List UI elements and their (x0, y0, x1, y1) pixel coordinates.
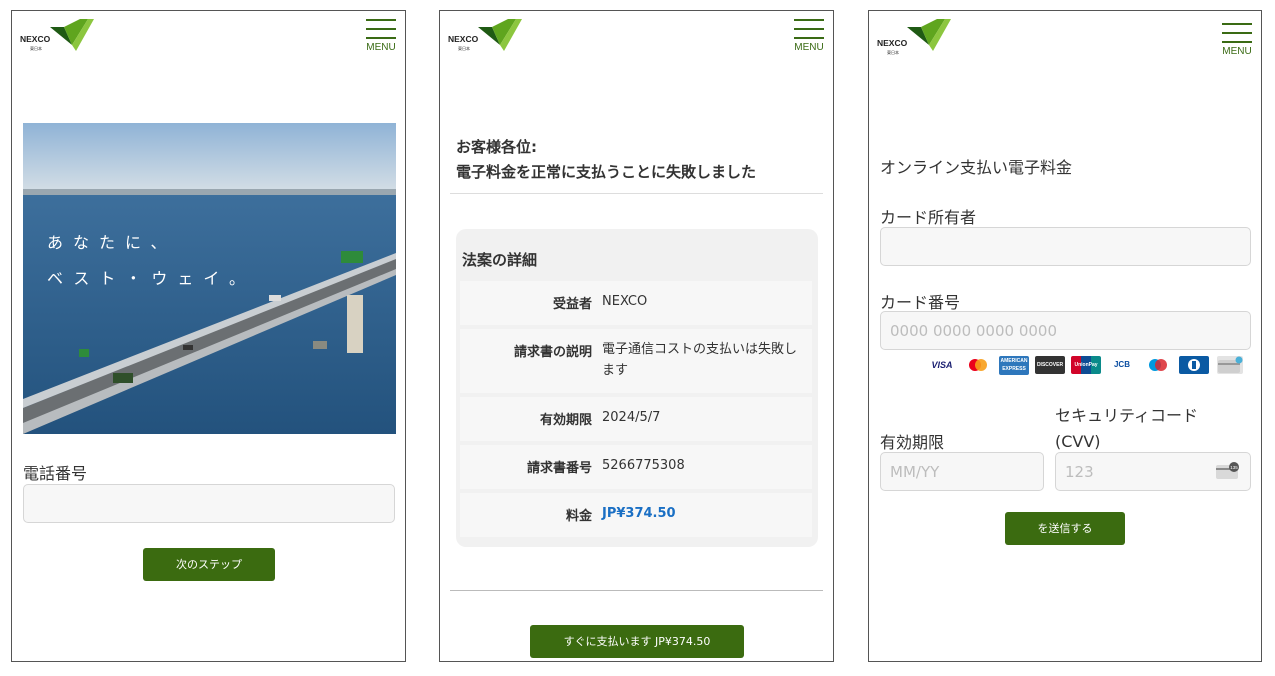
diners-icon (1179, 356, 1209, 374)
card-holder-input[interactable] (880, 227, 1251, 266)
hero-line-1: あなたに、 (47, 233, 177, 252)
detail-key: 受益者 (552, 297, 592, 312)
hamburger-icon (794, 19, 824, 39)
hero-image: あなたに、 ベスト・ウェイ。 (23, 123, 396, 434)
mastercard-icon (963, 356, 993, 374)
menu-button[interactable]: MENU (365, 19, 397, 53)
details-title: 法案の詳細 (462, 251, 538, 269)
detail-key: 料金 (565, 509, 592, 524)
hero-line-2: ベスト・ウェイ。 (47, 269, 256, 288)
cvv-label-line1: セキュリティコード (1055, 406, 1199, 425)
failure-message: 電子料金を正常に支払うことに失敗しました (456, 163, 757, 181)
invoice-heading: お客様各位: 電子料金を正常に支払うことに失敗しました (456, 135, 756, 185)
divider (450, 193, 823, 194)
submit-button[interactable]: を送信する (1005, 512, 1125, 545)
maestro-icon (1143, 356, 1173, 374)
holder-label: カード所有者 (880, 208, 977, 227)
cvv-placeholder: 123 (1065, 463, 1094, 481)
invoice-panel: NEXCO 東日本 MENU お客様各位: 電子料金を正常に支払うことに失敗しま… (439, 10, 834, 662)
detail-row: 有効期限 2024/5/7 (460, 397, 812, 441)
amount-value: JP¥374.50 (602, 506, 676, 521)
jcb-icon: JCB (1107, 356, 1137, 374)
invoice-details-card: 法案の詳細 受益者 NEXCO 請求書の説明 電子通信コストの支払いは失敗します… (456, 229, 818, 547)
cvv-card-digits: 135 (1230, 465, 1238, 470)
cvv-input[interactable]: 123 135 (1055, 452, 1251, 491)
detail-value: 2024/5/7 (602, 410, 661, 425)
next-step-button[interactable]: 次のステップ (143, 548, 275, 581)
expiry-input[interactable]: MM/YY (880, 452, 1044, 491)
hamburger-icon (1222, 23, 1252, 43)
generic-card-icon (1217, 356, 1243, 374)
nexco-logo[interactable]: NEXCO 東日本 (20, 17, 100, 57)
menu-button[interactable]: MENU (793, 19, 825, 53)
expiry-placeholder: MM/YY (890, 463, 940, 481)
detail-key: 請求書の説明 (513, 345, 592, 360)
logo-text: NEXCO (877, 38, 908, 48)
detail-row: 受益者 NEXCO (460, 281, 812, 325)
amex-icon: AMERICAN EXPRESS (999, 356, 1029, 375)
detail-row: 料金 JP¥374.50 (460, 493, 812, 537)
visa-icon: VISA (927, 356, 957, 374)
detail-value: 5266775308 (602, 458, 685, 473)
logo-text: NEXCO (20, 34, 51, 44)
cvv-card-icon: 135 (1216, 462, 1240, 480)
cvv-label: セキュリティコード (CVV) (1055, 403, 1198, 455)
unionpay-icon: UnionPay (1071, 356, 1101, 374)
detail-key: 有効期限 (539, 413, 592, 428)
detail-value: NEXCO (602, 294, 648, 309)
logo-text: NEXCO (448, 34, 479, 44)
card-number-input[interactable]: 0000 0000 0000 0000 (880, 311, 1251, 350)
hero-tagline: あなたに、 ベスト・ウェイ。 (47, 225, 255, 297)
phone-label: 電話番号 (23, 464, 88, 483)
phone-input[interactable] (23, 484, 395, 523)
phone-panel: NEXCO 東日本 MENU あなたに、 ベスト・ウェイ。 電話番号 次のステッ… (11, 10, 406, 662)
payment-panel: NEXCO 東日本 MENU オンライン支払い電子料金 カード所有者 カード番号… (868, 10, 1262, 662)
detail-key: 請求書番号 (526, 461, 592, 476)
detail-value: 電子通信コストの支払いは失敗します (602, 342, 798, 378)
menu-label: MENU (1222, 46, 1252, 57)
menu-label: MENU (794, 42, 824, 53)
detail-row: 請求書の説明 電子通信コストの支払いは失敗します (460, 329, 812, 393)
card-number-label: カード番号 (880, 293, 961, 312)
pay-now-button[interactable]: すぐに支払います JP¥374.50 (530, 625, 744, 658)
discover-icon: DISCOVER (1035, 356, 1065, 374)
menu-label: MENU (366, 42, 396, 53)
logo-subtext: 東日本 (458, 45, 470, 51)
divider (450, 590, 823, 591)
hamburger-icon (366, 19, 396, 39)
payment-title: オンライン支払い電子料金 (880, 158, 1073, 177)
logo-subtext: 東日本 (30, 45, 42, 51)
menu-button[interactable]: MENU (1221, 23, 1253, 57)
nexco-logo[interactable]: NEXCO 東日本 (877, 17, 957, 57)
greeting: お客様各位: (456, 138, 537, 156)
expiry-label: 有効期限 (880, 433, 945, 452)
nexco-logo[interactable]: NEXCO 東日本 (448, 17, 528, 57)
logo-subtext: 東日本 (887, 49, 899, 55)
detail-row: 請求書番号 5266775308 (460, 445, 812, 489)
card-number-placeholder: 0000 0000 0000 0000 (890, 322, 1057, 340)
